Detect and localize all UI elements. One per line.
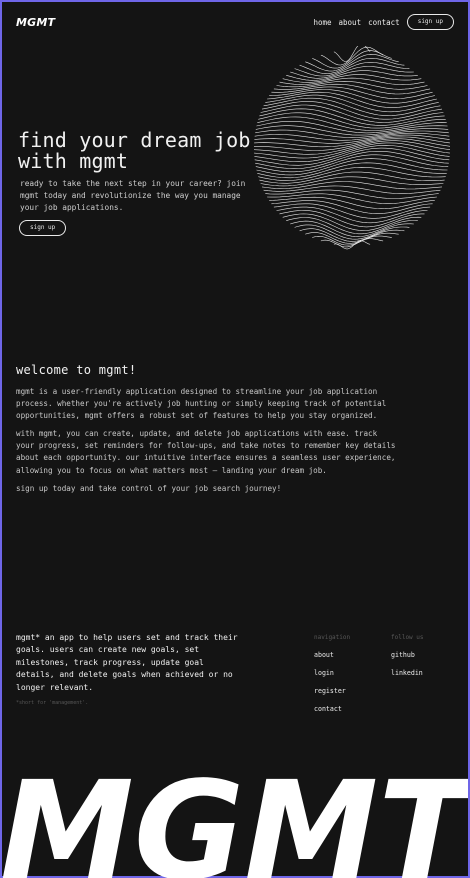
sphere-line [254, 138, 451, 151]
welcome-body: mgmt is a user-friendly application desi… [16, 386, 396, 501]
footer-navigation: navigation about login register contact [314, 634, 350, 723]
sphere-line [257, 162, 447, 179]
sphere-line [269, 196, 435, 210]
sphere-line [260, 176, 444, 187]
nav-signup-button[interactable]: sign up [406, 14, 454, 30]
footer-link-contact[interactable]: contact [314, 705, 350, 713]
sphere-line [255, 125, 449, 136]
nav-link-about[interactable]: about [339, 18, 362, 27]
sphere-line [286, 70, 418, 81]
footer-link-about[interactable]: about [314, 651, 350, 659]
footer-big-logo-text: MGMT [2, 774, 468, 878]
footer-footnote: *short for 'management'. [16, 700, 89, 706]
welcome-paragraph-3: sign up today and take control of your j… [16, 483, 282, 493]
footer-big-logo: MGMT [2, 774, 468, 878]
footer-link-linkedin[interactable]: linkedin [391, 669, 424, 677]
footer-follow: follow us github linkedin [391, 634, 424, 687]
welcome-title: welcome to mgmt! [16, 363, 137, 377]
top-nav: MGMT home about contact sign up [16, 12, 454, 32]
sphere-line [269, 89, 435, 104]
sphere-line [258, 166, 446, 181]
sphere-line [294, 224, 410, 240]
sphere-line [261, 181, 443, 190]
sphere-line [265, 189, 439, 199]
sphere-line [255, 151, 449, 169]
nav-link-contact[interactable]: contact [368, 18, 400, 27]
footer-about-text: mgmt* an app to help users set and track… [16, 633, 238, 692]
sphere-line [257, 116, 447, 131]
hero-subtitle: ready to take the next step in your care… [20, 179, 246, 212]
welcome-paragraph-1: mgmt is a user-friendly application desi… [16, 387, 387, 421]
footer-link-login[interactable]: login [314, 669, 350, 677]
sphere-line [254, 134, 450, 144]
footer-link-register[interactable]: register [314, 687, 350, 695]
sphere-line [254, 142, 450, 159]
footer-link-github[interactable]: github [391, 651, 424, 659]
sphere-line [255, 154, 449, 173]
sphere-line [299, 228, 405, 242]
footer-follow-heading: follow us [391, 634, 424, 641]
nav-link-home[interactable]: home [313, 18, 331, 27]
nav-links: home about contact sign up [313, 14, 454, 30]
hero-signup-button[interactable]: sign up [19, 220, 67, 236]
sphere-line [290, 66, 414, 79]
welcome-paragraph-2: with mgmt, you can create, update, and d… [16, 429, 396, 475]
wireframe-sphere-graphic [253, 46, 451, 250]
sphere-line [255, 129, 449, 138]
brand-logo[interactable]: MGMT [16, 16, 55, 29]
hero-title: find your dream job with mgmt [18, 128, 251, 173]
sphere-line [271, 200, 433, 214]
sphere-line [320, 238, 384, 248]
footer-navigation-heading: navigation [314, 634, 351, 641]
